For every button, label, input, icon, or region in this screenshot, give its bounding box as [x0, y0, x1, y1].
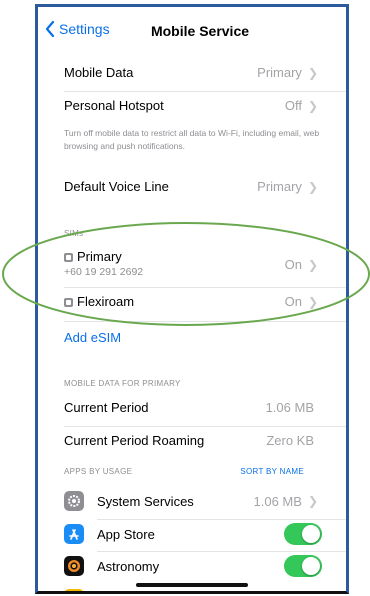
chevron-right-icon: ❯ [307, 257, 318, 272]
sim-primary-number: +60 19 291 2692 [64, 266, 144, 278]
navigation-bar: Settings Mobile Service [38, 7, 346, 51]
sim-primary-row[interactable]: Primary +60 19 291 2692 On ❯ [64, 249, 318, 278]
chevron-right-icon: ❯ [307, 98, 318, 113]
sims-header: SIMs [64, 229, 84, 238]
current-period-row: Current Period 1.06 MB [64, 400, 318, 415]
divider [64, 321, 346, 322]
chevron-right-icon: ❯ [307, 65, 318, 80]
current-period-value: 1.06 MB [265, 400, 314, 415]
mobile-data-row[interactable]: Mobile Data Primary ❯ [64, 65, 318, 80]
page-title: Mobile Service [150, 23, 250, 39]
divider [64, 91, 346, 92]
phone-screen: Settings Mobile Service Mobile Data Prim… [35, 4, 349, 594]
sim-flexiroam-value: On [284, 294, 302, 309]
app-store-icon [64, 524, 84, 544]
sim-primary-label: Primary [77, 249, 122, 264]
app-usage-value: 1.06 MB [253, 493, 302, 509]
app-row-astronomy: Astronomy [64, 555, 322, 577]
default-voice-line-value: Primary [257, 179, 302, 194]
sim-card-icon [64, 298, 73, 308]
app-store-toggle[interactable] [284, 523, 322, 545]
add-esim-row[interactable]: Add eSIM [64, 330, 318, 345]
divider [64, 426, 346, 427]
app-row-system-services[interactable]: System Services 1.06 MB ❯ [64, 491, 318, 511]
app-name: Astronomy [97, 558, 160, 574]
personal-hotspot-row[interactable]: Personal Hotspot Off ❯ [64, 98, 318, 113]
sim-flexiroam-label: Flexiroam [77, 294, 135, 309]
home-indicator [136, 583, 248, 587]
chevron-right-icon: ❯ [307, 179, 318, 194]
sort-by-name-button[interactable]: SORT BY NAME [240, 467, 304, 476]
toggle-partial [284, 591, 322, 594]
sim-primary-value: On [284, 257, 302, 272]
mobile-data-value: Primary [257, 65, 302, 80]
apps-by-usage-header: APPS BY USAGE [64, 467, 133, 476]
gear-icon [64, 491, 84, 511]
app-name: App Store [97, 526, 155, 542]
default-voice-line-row[interactable]: Default Voice Line Primary ❯ [64, 179, 318, 194]
roaming-label: Current Period Roaming [64, 433, 205, 448]
app-icon-partial [64, 589, 84, 591]
personal-hotspot-value: Off [284, 98, 302, 113]
sim-flexiroam-row[interactable]: Flexiroam On ❯ [64, 294, 318, 309]
mobile-data-note: Turn off mobile data to restrict all dat… [64, 128, 320, 151]
astronomy-toggle[interactable] [284, 555, 322, 577]
app-row-app-store: App Store [64, 523, 322, 545]
divider [97, 551, 346, 552]
default-voice-line-label: Default Voice Line [64, 179, 169, 194]
sim-card-icon [64, 253, 73, 263]
usage-header: MOBILE DATA FOR PRIMARY [64, 379, 181, 388]
app-name: System Services [97, 493, 194, 509]
add-esim-link[interactable]: Add eSIM [64, 330, 121, 345]
personal-hotspot-label: Personal Hotspot [64, 98, 164, 113]
mobile-data-label: Mobile Data [64, 65, 134, 80]
chevron-right-icon: ❯ [307, 494, 318, 508]
divider [64, 287, 346, 288]
roaming-value: Zero KB [266, 433, 314, 448]
roaming-row: Current Period Roaming Zero KB [64, 433, 318, 448]
chevron-right-icon: ❯ [307, 294, 318, 309]
current-period-label: Current Period [64, 400, 149, 415]
divider [97, 519, 346, 520]
astronomy-icon [64, 556, 84, 576]
